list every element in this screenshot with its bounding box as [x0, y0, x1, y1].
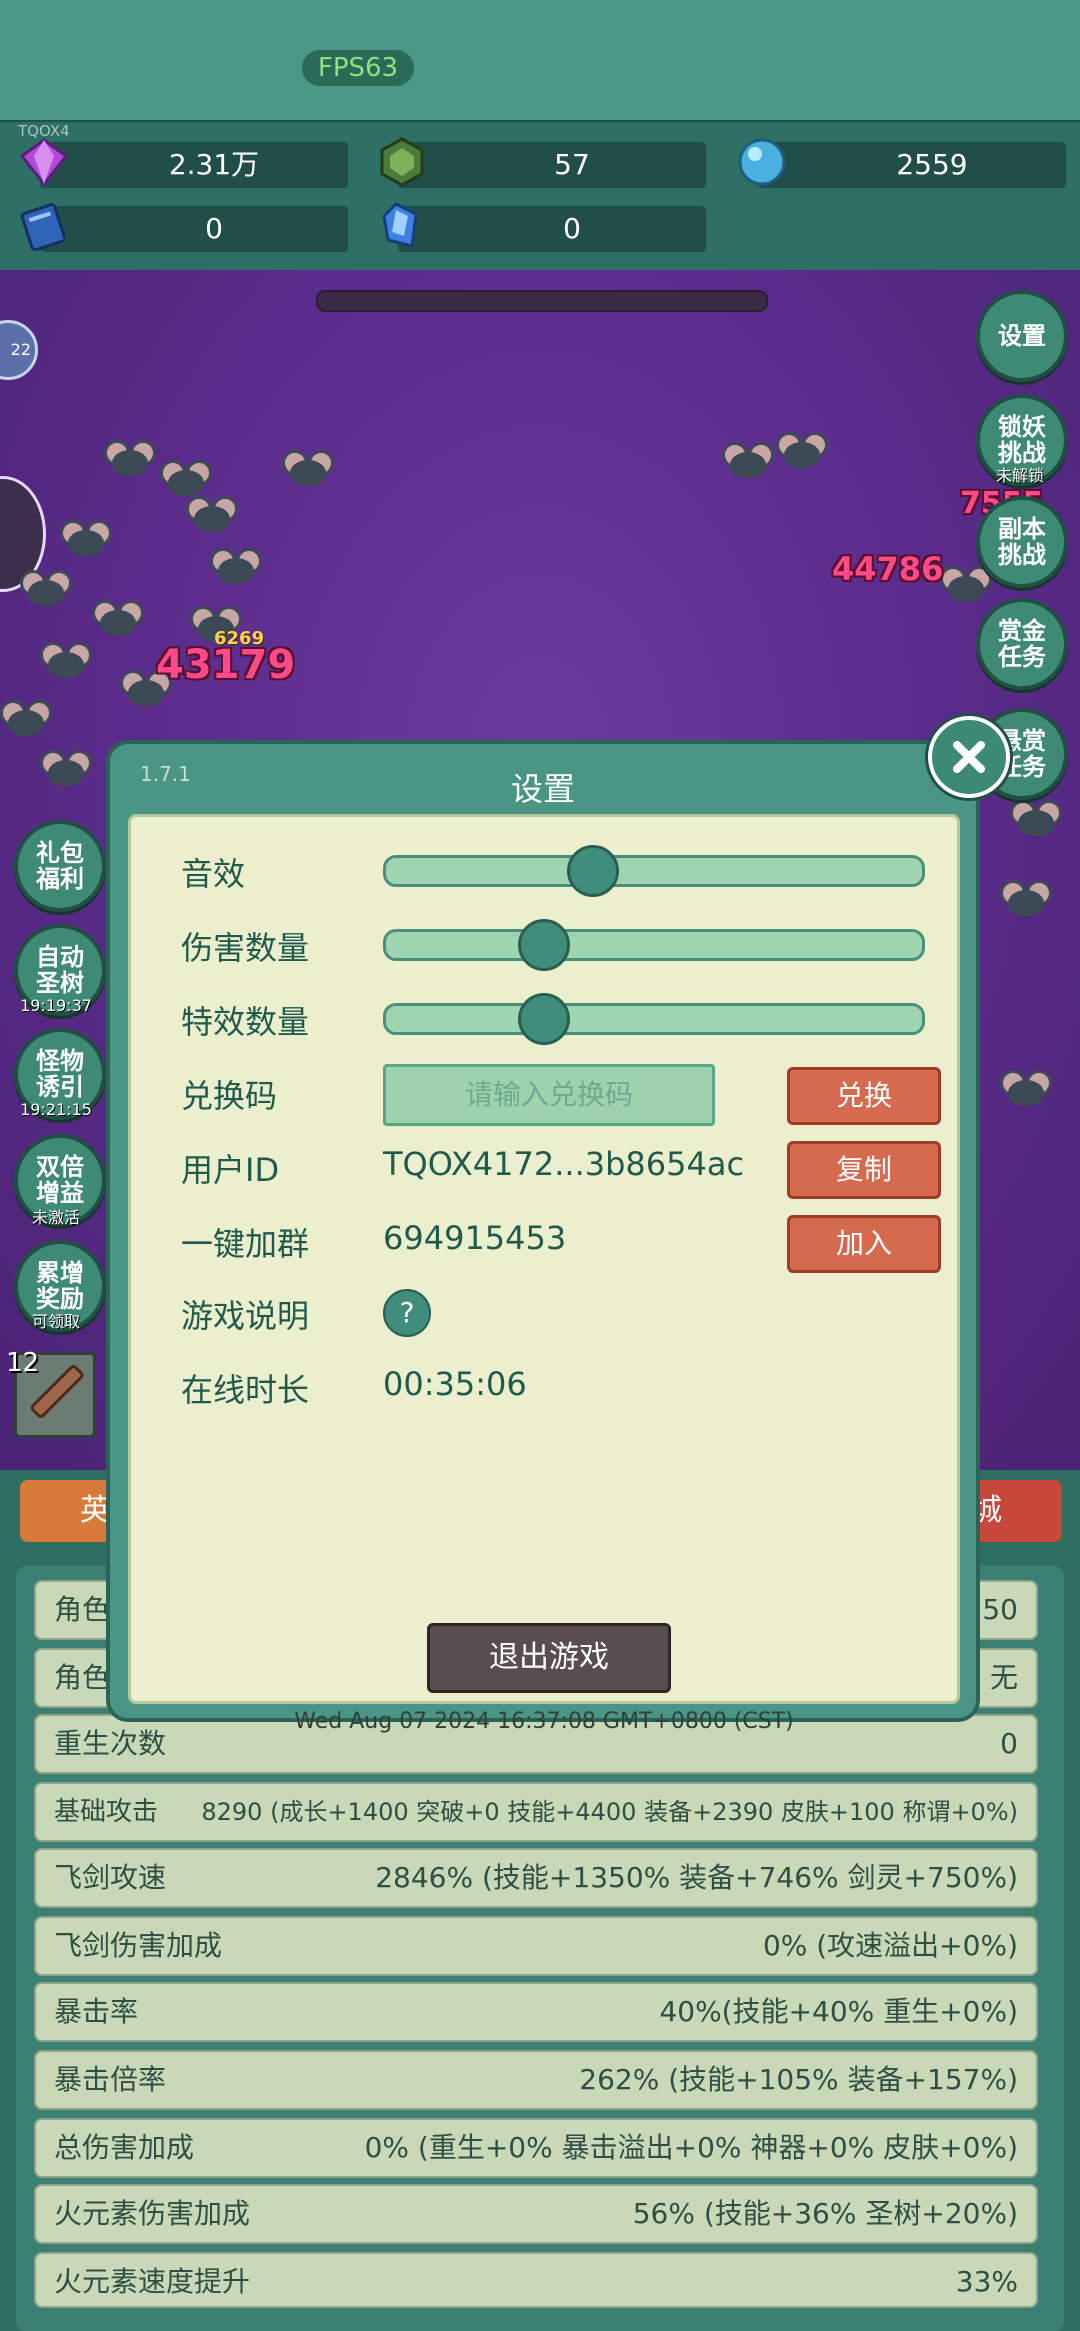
- enemy-rat: [40, 750, 92, 788]
- close-icon: [953, 741, 985, 773]
- purple-gem-icon: [19, 138, 69, 187]
- resource-value: 57: [554, 148, 590, 181]
- slider-knob[interactable]: [518, 993, 571, 1045]
- enemy-rat: [722, 442, 774, 480]
- effect-count-slider[interactable]: [383, 993, 925, 1045]
- settings-panel: 音效 伤害数量 特效数量 兑换码 请输入兑换码 兑换 用户ID TQOX4172…: [128, 814, 960, 1734]
- userid-label: 用户ID: [181, 1151, 280, 1189]
- online-duration: 00:35:06: [383, 1365, 527, 1403]
- damage-count-slider[interactable]: [383, 919, 925, 971]
- bounty-task-button[interactable]: 赏金 任务: [976, 598, 1068, 690]
- resource-value: 2559: [896, 148, 968, 181]
- enemy-rat: [210, 548, 262, 586]
- resource-purple-gem: 2.31万: [19, 138, 348, 188]
- current-datetime: Wed Aug 07 2024 16:37:08 GMT+0800 (CST): [294, 1709, 794, 1734]
- stat-row: 火元素速度提升 33%: [34, 2252, 1038, 2308]
- stat-row: 暴击倍率 262% (技能+105% 装备+157%): [34, 2050, 1038, 2110]
- double-buff-status: 未激活: [31, 1208, 80, 1227]
- stat-row: 暴击率 40%(技能+40% 重生+0%): [34, 1982, 1038, 2042]
- settings-dialog: 1.7.1 设置 音效 伤害数量 特效数量 兑换码 请输入兑换码 兑换 用户ID…: [106, 716, 1010, 1734]
- enemy-rat: [1000, 880, 1052, 918]
- resource-blue-book: 0: [20, 203, 348, 252]
- help-icon[interactable]: ?: [383, 1289, 431, 1337]
- close-button[interactable]: [928, 716, 1010, 798]
- enemy-rat: [20, 570, 72, 608]
- enemy-rat: [776, 432, 828, 470]
- redeem-button[interactable]: 兑换: [787, 1067, 941, 1125]
- redeem-code-input[interactable]: 请输入兑换码: [383, 1064, 715, 1126]
- resource-green-gem: 57: [380, 137, 706, 188]
- resource-value: 0: [205, 212, 223, 245]
- damage-count-label: 伤害数量: [181, 929, 310, 967]
- enemy-rat: [282, 450, 334, 488]
- slot-level: 12: [6, 1348, 40, 1378]
- group-label: 一键加群: [181, 1225, 310, 1263]
- resource-value: 2.31万: [168, 148, 260, 181]
- sound-slider[interactable]: [383, 845, 925, 897]
- resource-blue-crystal: 0: [382, 202, 706, 252]
- copy-button[interactable]: 复制: [787, 1141, 941, 1199]
- exit-game-button[interactable]: 退出游戏: [427, 1623, 671, 1693]
- effect-count-label: 特效数量: [181, 1003, 310, 1041]
- guide-label: 游戏说明: [181, 1297, 310, 1335]
- online-label: 在线时长: [181, 1371, 310, 1409]
- green-gem-icon: [380, 137, 424, 187]
- lock-demon-status: 未解锁: [995, 466, 1044, 485]
- enemy-rat: [0, 700, 52, 738]
- damage-number: 6269: [214, 628, 265, 649]
- boss-hp-bar: [316, 290, 768, 312]
- auto-tree-timer: 19:19:37: [20, 996, 92, 1015]
- damage-number: 44786: [832, 550, 944, 588]
- settings-button[interactable]: 设置: [976, 290, 1068, 382]
- redeem-label: 兑换码: [181, 1077, 278, 1115]
- stat-row: 飞剑攻速 2846% (技能+1350% 装备+746% 剑灵+750%): [34, 1848, 1038, 1908]
- fps-counter: FPS63: [302, 50, 414, 86]
- enemy-rat: [104, 440, 156, 478]
- gift-pack-button[interactable]: 礼包 福利: [14, 820, 106, 912]
- stat-row: 基础攻击 8290 (成长+1400 突破+0 技能+4400 装备+2390 皮…: [34, 1782, 1038, 1842]
- userid-value: TQOX4172...3b8654ac: [383, 1145, 745, 1183]
- monster-lure-timer: 19:21:15: [20, 1100, 92, 1119]
- stat-row: 火元素伤害加成 56% (技能+36% 圣树+20%): [34, 2184, 1038, 2244]
- enemy-rat: [60, 520, 112, 558]
- stat-row: 总伤害加成 0% (重生+0% 暴击溢出+0% 神器+0% 皮肤+0%): [34, 2118, 1038, 2178]
- group-value: 694915453: [383, 1219, 567, 1257]
- sound-label: 音效: [181, 855, 246, 893]
- stat-row: 飞剑伤害加成 0% (攻速溢出+0%): [34, 1916, 1038, 1976]
- top-bar: FPS63: [0, 0, 1080, 120]
- left-level-badge: 22: [0, 320, 38, 380]
- dungeon-challenge-button[interactable]: 副本 挑战: [976, 496, 1068, 588]
- enemy-rat: [160, 460, 212, 498]
- enemy-rat: [186, 496, 238, 534]
- resource-blue-orb: 2559: [738, 138, 1066, 188]
- slider-knob[interactable]: [518, 919, 571, 971]
- blue-book-icon: [20, 203, 67, 252]
- cumulative-reward-status: 可领取: [31, 1312, 80, 1331]
- resource-value: 0: [563, 212, 581, 245]
- dialog-title: 设置: [510, 770, 575, 808]
- enemy-rat: [92, 600, 144, 638]
- enemy-rat: [940, 566, 992, 604]
- join-button[interactable]: 加入: [787, 1215, 941, 1273]
- slider-knob[interactable]: [567, 845, 620, 897]
- blue-crystal-icon: [382, 202, 418, 248]
- enemy-rat: [1000, 1070, 1052, 1108]
- enemy-rat: [40, 642, 92, 680]
- blue-orb-icon: [738, 138, 786, 186]
- enemy-rat: [1010, 800, 1062, 838]
